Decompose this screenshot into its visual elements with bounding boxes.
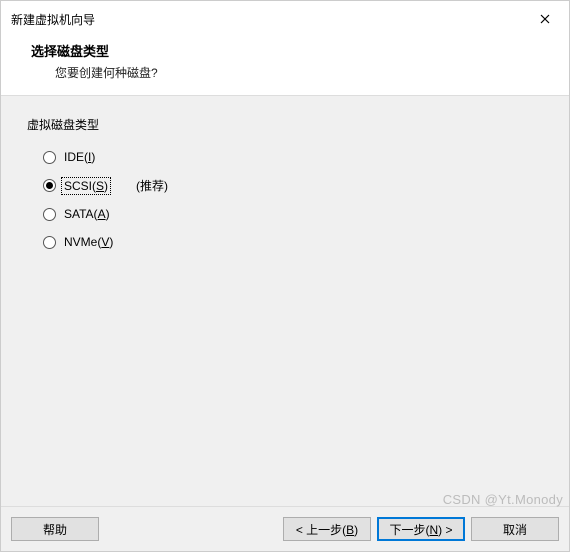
close-button[interactable]	[531, 9, 559, 29]
radio-icon	[43, 208, 56, 221]
next-button[interactable]: 下一步(N) >	[377, 517, 465, 541]
radio-option-ide[interactable]: IDE(I)	[25, 143, 545, 171]
radio-option-sata[interactable]: SATA(A)	[25, 200, 545, 228]
radio-label: IDE(I)	[62, 149, 97, 165]
radio-option-nvme[interactable]: NVMe(V)	[25, 228, 545, 256]
help-label: 帮助	[43, 521, 67, 538]
back-button[interactable]: < 上一步(B)	[283, 517, 371, 541]
radio-icon	[43, 151, 56, 164]
radio-label: SATA(A)	[62, 206, 112, 222]
window-title: 新建虚拟机向导	[11, 11, 95, 28]
footer: 帮助 < 上一步(B) 下一步(N) > 取消	[1, 506, 569, 551]
back-label: < 上一步(B)	[296, 521, 358, 538]
content-area: 虚拟磁盘类型 IDE(I) SCSI(S) (推荐) SATA(A) NVMe(…	[1, 96, 569, 506]
close-icon	[540, 14, 550, 24]
disk-type-group: 虚拟磁盘类型 IDE(I) SCSI(S) (推荐) SATA(A) NVMe(…	[17, 112, 553, 264]
page-title: 选择磁盘类型	[31, 41, 551, 60]
cancel-button[interactable]: 取消	[471, 517, 559, 541]
group-label: 虚拟磁盘类型	[25, 116, 545, 133]
radio-icon	[43, 179, 56, 192]
next-label: 下一步(N) >	[389, 521, 452, 538]
help-button[interactable]: 帮助	[11, 517, 99, 541]
page-subtitle: 您要创建何种磁盘?	[31, 64, 551, 81]
cancel-label: 取消	[503, 521, 527, 538]
radio-option-scsi[interactable]: SCSI(S) (推荐)	[25, 171, 545, 200]
radio-label: SCSI(S)	[62, 178, 110, 194]
radio-icon	[43, 236, 56, 249]
radio-label: NVMe(V)	[62, 234, 115, 250]
recommended-label: (推荐)	[136, 177, 168, 194]
titlebar: 新建虚拟机向导	[1, 1, 569, 35]
wizard-header: 选择磁盘类型 您要创建何种磁盘?	[1, 35, 569, 96]
